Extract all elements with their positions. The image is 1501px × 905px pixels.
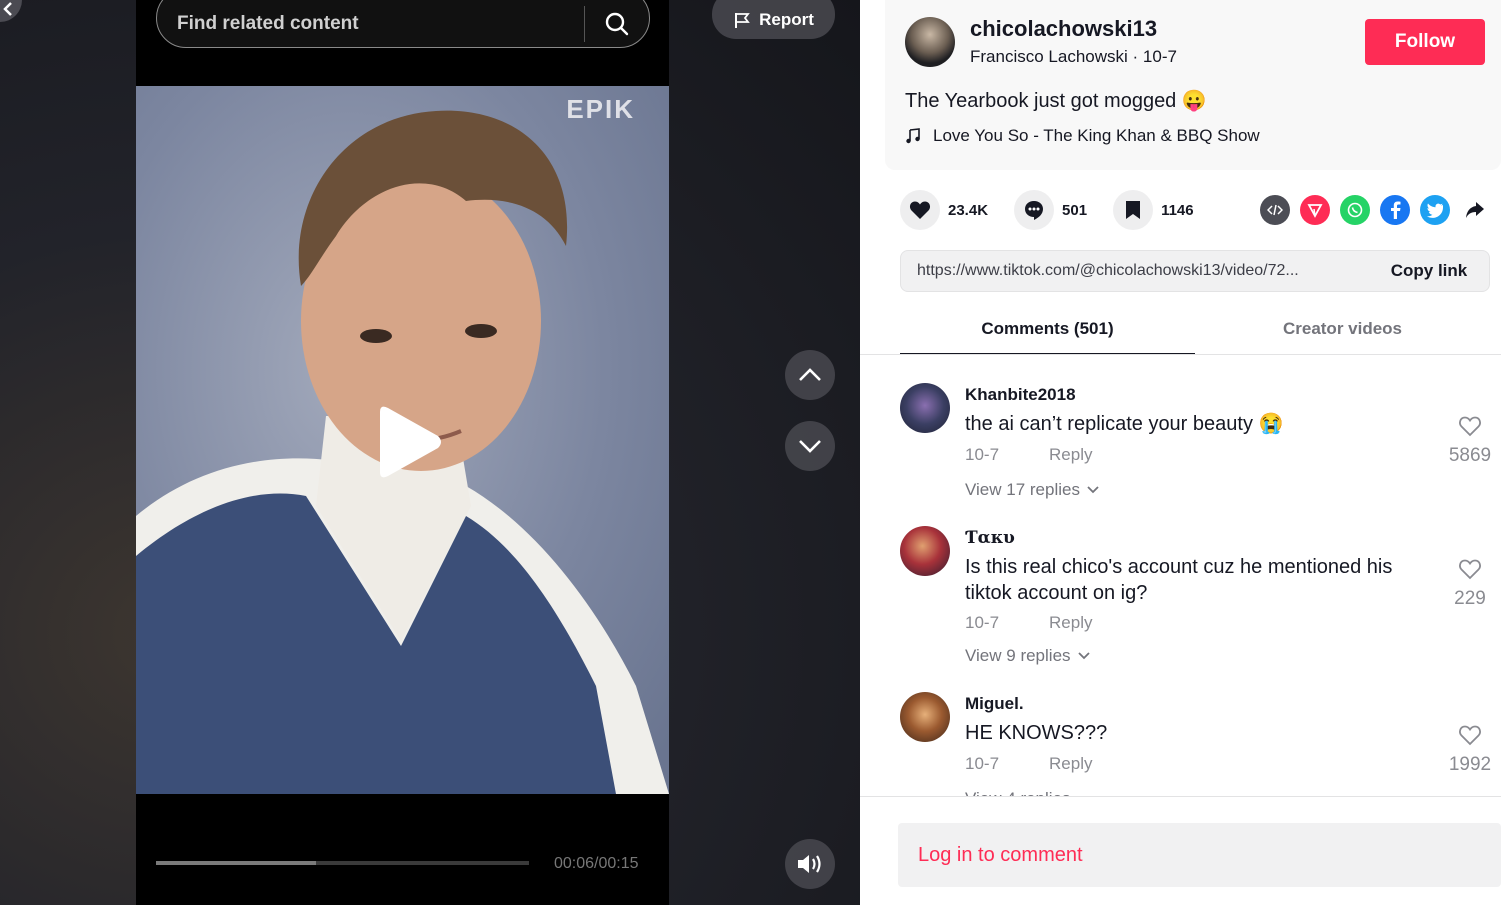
search-input[interactable]: Find related content — [156, 0, 650, 48]
copy-link-button[interactable]: Copy link — [1369, 261, 1489, 281]
share-link-field[interactable]: https://www.tiktok.com/@chicolachowski13… — [900, 250, 1490, 292]
report-label: Report — [759, 9, 814, 29]
follow-button[interactable]: Follow — [1365, 19, 1485, 65]
play-icon[interactable] — [376, 404, 444, 485]
like-count: 23.4K — [948, 201, 989, 219]
comment-date: 10-7 — [965, 754, 1000, 773]
save-action[interactable]: 1146 — [1113, 190, 1194, 230]
comment-text: Is this real chico's account cuz he ment… — [965, 556, 1393, 604]
tab-comments[interactable]: Comments (501) — [900, 305, 1195, 355]
heart-outline-icon[interactable] — [1458, 724, 1482, 746]
commenter-avatar[interactable] — [900, 692, 950, 742]
comment-like-count: 229 — [1454, 588, 1486, 609]
watermark: EPIK — [566, 94, 635, 124]
music-note-icon — [906, 128, 920, 144]
video-player[interactable]: EPIK — [136, 86, 669, 794]
time-readout: 00:06/00:15 — [554, 855, 639, 872]
heart-outline-icon[interactable] — [1458, 415, 1482, 437]
comment-like[interactable]: 1992 — [1445, 724, 1495, 776]
comment-text: the ai can’t replicate your beauty 😭 — [965, 413, 1284, 435]
facebook-icon[interactable] — [1380, 195, 1410, 225]
comment-like-count: 5869 — [1448, 445, 1492, 466]
next-video-button[interactable] — [785, 421, 835, 471]
whatsapp-icon[interactable] — [1340, 195, 1370, 225]
view-replies-button[interactable]: View 17 replies — [965, 480, 1100, 500]
embed-icon[interactable] — [1260, 195, 1290, 225]
action-bar: 23.4K 501 1146 — [900, 190, 1220, 230]
comment-footer-divider — [860, 796, 1501, 797]
reply-button[interactable]: Reply — [1049, 613, 1092, 633]
share-arrow-icon[interactable] — [1460, 195, 1490, 225]
dot-separator: · — [1132, 47, 1143, 66]
comment-count: 501 — [1062, 201, 1088, 219]
like-action[interactable]: 23.4K — [900, 190, 988, 230]
chevron-up-icon — [799, 368, 821, 381]
bookmark-icon[interactable] — [1113, 190, 1154, 230]
post-date: 10-7 — [1142, 47, 1177, 66]
progress-fill — [156, 861, 317, 865]
tab-creator-videos[interactable]: Creator videos — [1195, 305, 1490, 355]
heart-outline-icon[interactable] — [1458, 558, 1482, 580]
author-subline: Francisco Lachowski · 10-7 — [970, 47, 1177, 67]
comment-like[interactable]: 5869 — [1445, 415, 1495, 467]
twitter-icon[interactable] — [1420, 195, 1450, 225]
commenter-username[interactable]: Miguel. — [965, 694, 1024, 714]
search-placeholder: Find related content — [177, 13, 359, 34]
comment-like-count: 1992 — [1448, 754, 1492, 775]
comment-list: Khanbite2018 the ai can’t replicate your… — [860, 355, 1501, 797]
progress-bar[interactable] — [156, 861, 529, 865]
comment-like[interactable]: 229 — [1445, 558, 1495, 610]
commenter-username[interactable]: Ƭαкυ — [965, 528, 1015, 548]
chevron-down-icon — [799, 440, 821, 453]
comment-date: 10-7 — [965, 445, 1000, 464]
login-to-comment-button[interactable]: Log in to comment — [898, 823, 1501, 887]
author-avatar[interactable] — [905, 17, 955, 67]
comment-meta: 10-7 Reply — [965, 445, 1093, 465]
music-link[interactable]: Love You So - The King Khan & BBQ Show — [905, 126, 1260, 146]
comment-meta: 10-7 Reply — [965, 754, 1093, 774]
author-username[interactable]: chicolachowski13 — [970, 16, 1157, 42]
commenter-avatar[interactable] — [900, 383, 950, 433]
post-info-card: chicolachowski13 Francisco Lachowski · 1… — [885, 0, 1501, 170]
volume-button[interactable] — [785, 839, 835, 889]
panel-tabs: Comments (501) Creator videos — [900, 305, 1490, 355]
save-count: 1146 — [1161, 201, 1194, 219]
reply-button[interactable]: Reply — [1049, 445, 1092, 465]
comment-icon[interactable] — [1014, 190, 1055, 230]
music-title: Love You So - The King Khan & BBQ Show — [933, 126, 1260, 145]
share-link-url[interactable]: https://www.tiktok.com/@chicolachowski13… — [901, 262, 1369, 280]
share-row — [1260, 195, 1490, 225]
video-viewer: Find related content EPIK 00:06/00:15 Re… — [0, 0, 860, 905]
heart-icon[interactable] — [900, 190, 940, 230]
comment-text: HE KNOWS??? — [965, 722, 1108, 744]
view-replies-label: View 9 replies — [965, 646, 1071, 665]
commenter-avatar[interactable] — [900, 526, 950, 576]
post-caption: The Yearbook just got mogged 😛 — [905, 90, 1207, 112]
view-replies-button[interactable]: View 9 replies — [965, 646, 1091, 666]
chevron-left-icon — [3, 2, 12, 16]
chevron-down-icon — [1087, 486, 1099, 494]
comment-action[interactable]: 501 — [1014, 190, 1087, 230]
close-button[interactable] — [0, 0, 22, 22]
comment-meta: 10-7 Reply — [965, 613, 1093, 633]
volume-icon — [798, 855, 821, 873]
author-nickname: Francisco Lachowski — [970, 47, 1128, 66]
reply-button[interactable]: Reply — [1049, 754, 1092, 774]
previous-video-button[interactable] — [785, 350, 835, 400]
send-icon[interactable] — [1300, 195, 1330, 225]
search-icon[interactable] — [585, 0, 649, 37]
video-column: Find related content EPIK 00:06/00:15 — [136, 0, 669, 905]
report-button[interactable]: Report — [712, 0, 835, 39]
details-panel: chicolachowski13 Francisco Lachowski · 1… — [860, 0, 1501, 905]
comment-date: 10-7 — [965, 613, 1000, 632]
commenter-username[interactable]: Khanbite2018 — [965, 385, 1076, 405]
chevron-down-icon — [1077, 652, 1090, 660]
flag-icon — [735, 12, 750, 28]
view-replies-label: View 17 replies — [965, 480, 1080, 499]
